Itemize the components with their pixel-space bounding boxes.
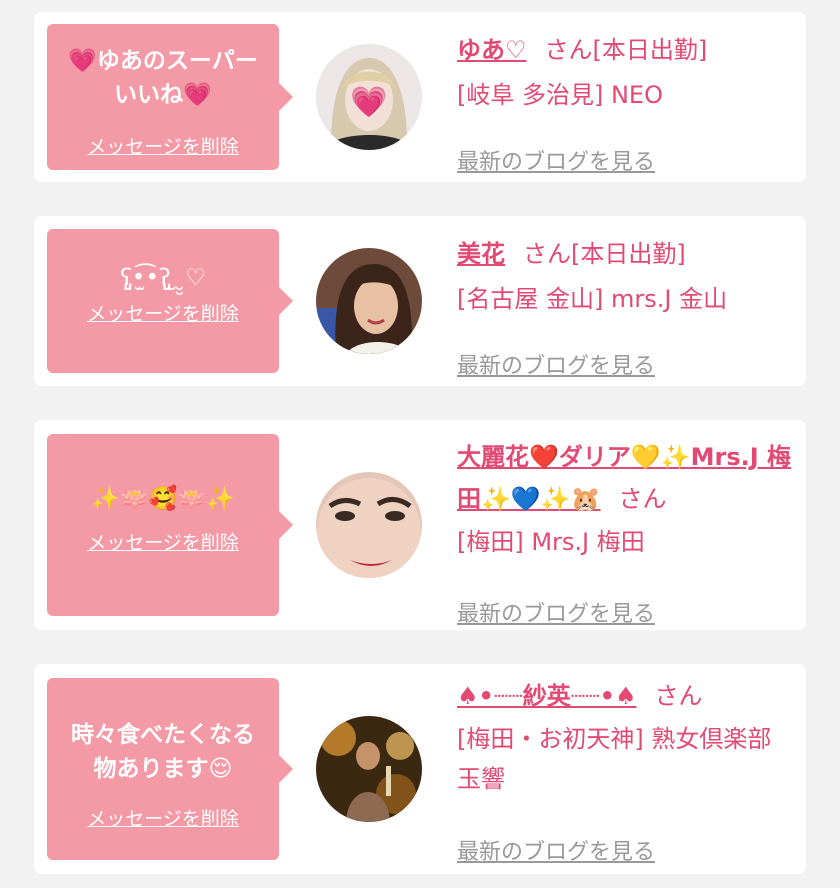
cast-name-link[interactable]: 美花: [457, 240, 505, 268]
honorific: さん: [523, 240, 571, 268]
favorite-messages-list: 💗ゆあのスーパー いいね💗 メッセージを削除 💗 ゆあ♡ さん[本日出勤] [岐阜…: [0, 0, 840, 888]
svg-text:💗: 💗: [350, 85, 388, 120]
latest-blog-link[interactable]: 最新のブログを見る: [457, 834, 655, 866]
message-card: ʕ̡̢̡̡•̫͡•ʔ̢̡̢ ̮ ̮̮♡ メッセージを削除 美花 さん[本日出勤] …: [34, 216, 806, 386]
delete-message-link[interactable]: メッセージを削除: [87, 804, 239, 831]
honorific: さん: [654, 682, 703, 710]
shop-info: [梅田] Mrs.J 梅田: [457, 528, 645, 556]
bubble-message: 💗ゆあのスーパー いいね💗: [68, 48, 258, 108]
honorific: さん: [544, 36, 593, 64]
cast-name-link[interactable]: ゆあ♡: [457, 36, 527, 64]
cast-info: 大麗花❤️ダリア💛✨Mrs.J 梅田✨💙✨🐹 さん [梅田] Mrs.J 梅田 最…: [457, 436, 797, 627]
message-bubble: ʕ̡̢̡̡•̫͡•ʔ̢̡̢ ̮ ̮̮♡ メッセージを削除: [47, 229, 293, 373]
latest-blog-link[interactable]: 最新のブログを見る: [457, 144, 655, 176]
avatar[interactable]: [316, 248, 422, 354]
work-status: [本日出勤]: [592, 36, 708, 64]
cast-name-link[interactable]: ♠•┈┈紗英┈┈•♠: [457, 682, 637, 710]
honorific: さん: [618, 485, 667, 513]
delete-message-link[interactable]: メッセージを削除: [87, 528, 239, 555]
bubble-message: ✨🪷🥰🪷✨: [91, 486, 235, 512]
cast-info: ゆあ♡ さん[本日出勤] [岐阜 多治見] NEO 最新のブログを見る: [457, 28, 797, 175]
latest-blog-link[interactable]: 最新のブログを見る: [457, 348, 655, 380]
message-card: 💗ゆあのスーパー いいね💗 メッセージを削除 💗 ゆあ♡ さん[本日出勤] [岐阜…: [34, 12, 806, 182]
cast-info: 美花 さん[本日出勤] [名古屋 金山] mrs.J 金山 最新のブログを見る: [457, 232, 797, 379]
cast-info: ♠•┈┈紗英┈┈•♠ さん [梅田・お初天神] 熟女倶楽部 玉響 最新のブログを見…: [457, 674, 797, 865]
avatar[interactable]: 💗: [316, 44, 422, 150]
message-card: 時々食べたくなる 物あります😌 メッセージを削除 ♠•┈┈紗英┈┈•♠ さん [梅…: [34, 664, 806, 874]
avatar[interactable]: [316, 716, 422, 822]
work-status: [本日出勤]: [571, 240, 686, 268]
shop-info: [名古屋 金山] mrs.J 金山: [457, 285, 728, 313]
latest-blog-link[interactable]: 最新のブログを見る: [457, 596, 655, 628]
message-bubble: ✨🪷🥰🪷✨ メッセージを削除: [47, 434, 293, 616]
message-bubble: 💗ゆあのスーパー いいね💗 メッセージを削除: [47, 24, 293, 170]
shop-info: [梅田・お初天神] 熟女倶楽部 玉響: [457, 725, 772, 793]
message-card: ✨🪷🥰🪷✨ メッセージを削除 大麗花❤️ダリア💛✨Mrs.J 梅田✨💙✨🐹 さん …: [34, 420, 806, 630]
bubble-message: ʕ̡̢̡̡•̫͡•ʔ̢̡̢ ̮ ̮̮♡: [120, 265, 206, 291]
message-bubble: 時々食べたくなる 物あります😌 メッセージを削除: [47, 678, 293, 860]
delete-message-link[interactable]: メッセージを削除: [87, 132, 239, 159]
delete-message-link[interactable]: メッセージを削除: [87, 299, 239, 326]
bubble-message: 時々食べたくなる 物あります😌: [71, 722, 255, 782]
shop-info: [岐阜 多治見] NEO: [457, 81, 663, 109]
avatar[interactable]: [316, 472, 422, 578]
